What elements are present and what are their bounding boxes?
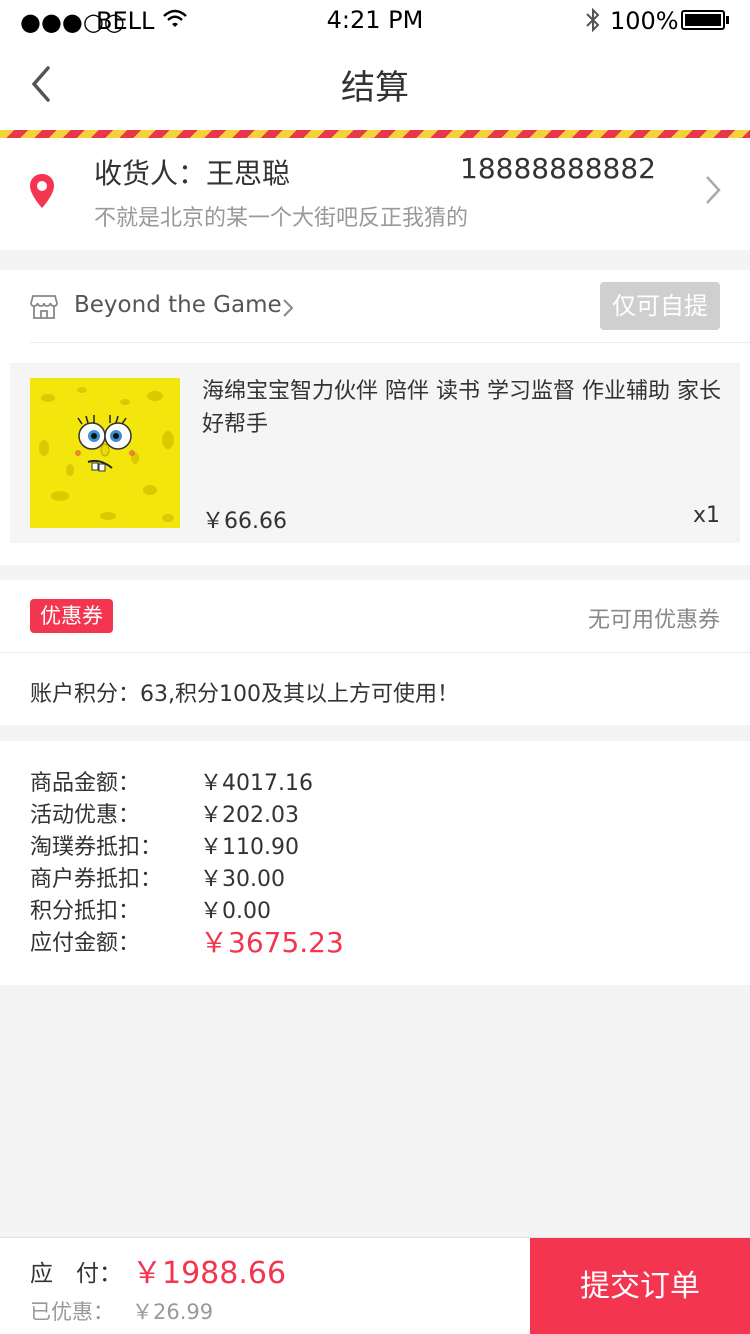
product-quantity: x1	[692, 503, 720, 528]
coupon-status[interactable]: 无可用优惠券	[588, 602, 720, 634]
summary-row-merchant-coupon: 商户券抵扣： ￥30.00	[30, 861, 730, 893]
nav-bar: 结算	[0, 40, 750, 130]
summary-label: 淘璞券抵扣：	[30, 835, 163, 860]
summary-value: ￥110.90	[200, 835, 299, 860]
submit-order-button[interactable]: 提交订单	[530, 1238, 750, 1334]
bluetooth-icon	[586, 7, 600, 33]
product-price: ￥66.66	[202, 509, 287, 534]
location-pin-icon	[30, 174, 54, 208]
product-thumbnail	[30, 378, 180, 528]
summary-value: ￥202.03	[200, 803, 299, 828]
summary-label: 积分抵扣：	[30, 899, 141, 924]
summary-value: ￥4017.16	[200, 771, 313, 796]
discount-total: ￥26.99	[132, 1300, 214, 1324]
battery-percent: 100%	[610, 7, 679, 35]
chevron-right-icon	[706, 176, 721, 204]
battery-tip	[726, 16, 729, 24]
store-name-link[interactable]: Beyond the Game	[74, 292, 282, 318]
discount-label: 已优惠：	[30, 1300, 114, 1324]
chevron-right-icon	[283, 299, 294, 317]
store-section: Beyond the Game 仅可自提 海绵宝宝智力伙伴 陪伴 读书 学习监督…	[0, 270, 750, 565]
summary-row-activity-discount: 活动优惠： ￥202.03	[30, 797, 730, 829]
summary-label: 商品金额：	[30, 771, 141, 796]
summary-label: 应付金额：	[30, 931, 141, 956]
summary-label: 活动优惠：	[30, 803, 141, 828]
status-bar: ●●●○○ BELL 4:21 PM 100%	[0, 0, 750, 40]
address-card[interactable]: 收货人：王思聪 18888888882 不就是北京的某一个大街吧反正我猜的	[0, 138, 750, 250]
product-name: 海绵宝宝智力伙伴 陪伴 读书 学习监督 作业辅助 家长好帮手	[202, 379, 721, 437]
summary-row-goods-amount: 商品金额： ￥4017.16	[30, 765, 730, 797]
summary-row-points-deduction: 积分抵扣： ￥0.00	[30, 893, 730, 925]
summary-row-platform-coupon: 淘璞券抵扣： ￥110.90	[30, 829, 730, 861]
page-title: 结算	[341, 68, 409, 108]
coupon-section: 优惠券 无可用优惠券 账户积分：63,积分100及其以上方可使用！	[0, 580, 750, 725]
address-stripe-divider	[0, 130, 750, 138]
summary-label: 商户券抵扣：	[30, 867, 163, 892]
coupon-badge: 优惠券	[30, 599, 113, 633]
pickup-only-badge: 仅可自提	[600, 282, 720, 330]
product-item[interactable]: 海绵宝宝智力伙伴 陪伴 读书 学习监督 作业辅助 家长好帮手 ￥66.66 x1	[10, 363, 740, 543]
summary-row-payable-amount: 应付金额： ￥3675.23	[30, 925, 730, 959]
battery-icon	[681, 10, 725, 30]
checkout-bar: 应 付： ￥1988.66 已优惠： ￥26.99 提交订单	[0, 1237, 750, 1334]
recipient-name: 收货人：王思聪	[94, 157, 291, 190]
pay-label: 应 付：	[30, 1261, 122, 1287]
recipient-phone: 18888888882	[460, 152, 656, 185]
address-detail: 不就是北京的某一个大街吧反正我猜的	[94, 206, 469, 231]
divider	[30, 342, 750, 343]
payable-amount-value: ￥3675.23	[200, 926, 344, 959]
points-note: 账户积分：63,积分100及其以上方可使用！	[30, 682, 459, 707]
pay-total: ￥1988.66	[132, 1256, 287, 1291]
divider	[0, 652, 750, 653]
price-summary: 商品金额： ￥4017.16 活动优惠： ￥202.03 淘璞券抵扣： ￥110…	[0, 741, 750, 985]
store-icon	[30, 295, 58, 319]
summary-value: ￥30.00	[200, 867, 285, 892]
